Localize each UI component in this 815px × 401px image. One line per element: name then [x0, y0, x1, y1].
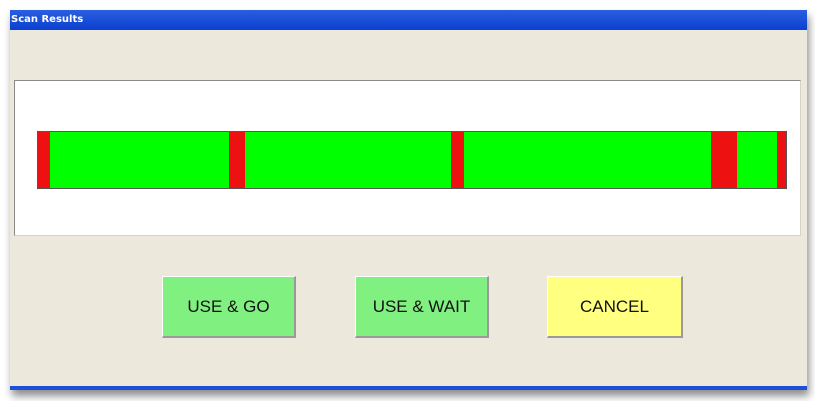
cancel-button[interactable]: CANCEL	[547, 276, 683, 338]
scan-error-segment	[777, 132, 786, 188]
scan-progress-bar	[37, 131, 787, 189]
scan-error-segment	[228, 132, 246, 188]
scan-error-segment	[38, 132, 50, 188]
window-bottom-border	[10, 386, 807, 390]
scan-results-panel	[14, 80, 801, 236]
window-titlebar[interactable]: Scan Results	[10, 10, 807, 30]
use-and-go-button[interactable]: USE & GO	[162, 276, 296, 338]
scan-error-segment	[450, 132, 464, 188]
use-and-wait-button[interactable]: USE & WAIT	[355, 276, 489, 338]
window-title: Scan Results	[11, 14, 84, 25]
scan-results-window: Scan Results USE & GO USE & WAIT CANCEL	[10, 10, 807, 390]
scan-error-segment	[711, 132, 737, 188]
